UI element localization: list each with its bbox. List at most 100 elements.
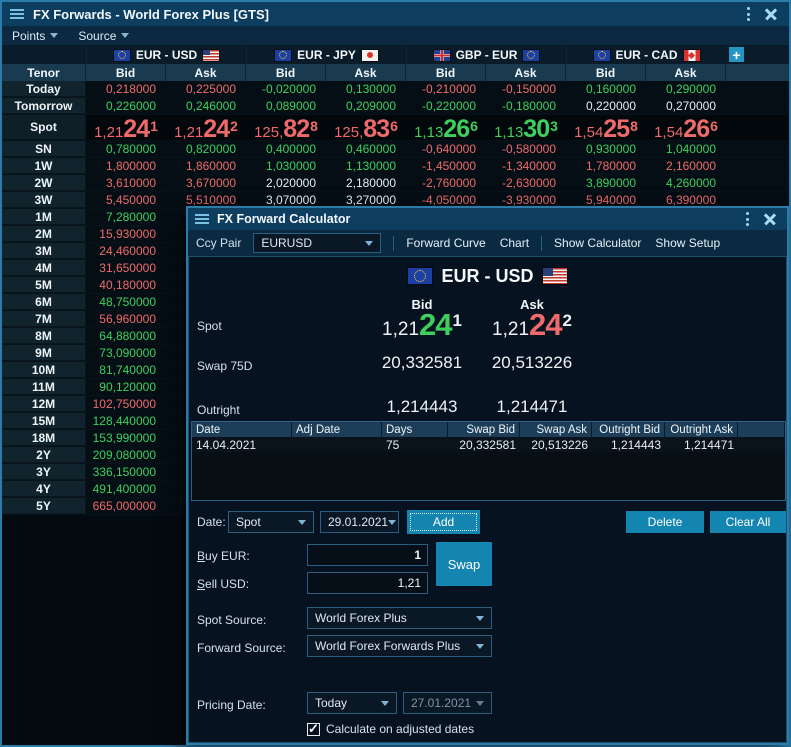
ccy-pair-label: Ccy Pair (196, 236, 241, 250)
pricing-date-picker[interactable]: 27.01.2021 (403, 692, 492, 714)
spot-source-value: World Forex Plus (315, 611, 407, 625)
calc-col-header-date: Date (192, 422, 292, 437)
price-cell: -2,760000 (406, 175, 486, 191)
price-cell: 0,089000 (246, 98, 326, 114)
tenor-cell: 9M (2, 345, 86, 361)
sell-amount-input[interactable] (307, 572, 428, 594)
spot-price-cell: 125,828 (246, 115, 326, 140)
dialog-menu-icon[interactable] (195, 214, 209, 224)
menu-points[interactable]: Points (12, 29, 58, 43)
spot-prefix: 125, (254, 124, 283, 141)
price-cell: 491,400000 (86, 481, 166, 497)
price-cell: 0,460000 (326, 141, 406, 157)
flag-jp-icon (362, 50, 378, 61)
spot-prefix: 1,54 (574, 124, 603, 141)
toolbar-separator (393, 236, 394, 251)
adjusted-dates-label: Calculate on adjusted dates (326, 722, 474, 736)
window-close-icon[interactable] (765, 8, 777, 20)
menu-source[interactable]: Source (78, 29, 129, 43)
pricing-tenor-value: Today (315, 696, 347, 710)
price-cell: 0,780000 (86, 141, 166, 157)
price-cell: 64,880000 (86, 328, 166, 344)
spot-ask-pips: 24 (529, 307, 561, 343)
price-cell: 209,080000 (86, 447, 166, 463)
pricing-tenor-select[interactable]: Today (307, 692, 397, 714)
window-menu-icon[interactable] (10, 9, 24, 19)
date-picker[interactable]: 29.01.2021 (320, 511, 399, 533)
adjusted-dates-checkbox[interactable]: ✓ (307, 723, 320, 736)
calc-cell: 14.04.2021 (192, 437, 292, 452)
spot-prefix: 1,21 (94, 124, 123, 141)
chevron-down-icon (121, 33, 129, 42)
spot-price-cell: 1,21241 (86, 115, 166, 140)
clear-all-button[interactable]: Clear All (710, 511, 786, 533)
price-cell: 0,226000 (86, 98, 166, 114)
toolbar-item-show-setup[interactable]: Show Setup (655, 236, 720, 250)
price-cell: 24,460000 (86, 243, 166, 259)
tenor-cell: 10M (2, 362, 86, 378)
ccy-pair-select[interactable]: EURUSD (253, 233, 381, 253)
toolbar-item-chart[interactable]: Chart (500, 236, 529, 250)
price-cell: 336,150000 (86, 464, 166, 480)
price-cell: 1,130000 (326, 158, 406, 174)
price-cell: 1,780000 (566, 158, 646, 174)
dialog-close-icon[interactable] (764, 213, 776, 225)
toolbar-separator (541, 236, 542, 251)
buy-amount-input[interactable] (307, 544, 428, 566)
price-cell: 0,225000 (166, 81, 246, 97)
calc-cell: 1,214443 (592, 437, 665, 452)
flag-eu-icon (275, 50, 291, 61)
forward-source-select[interactable]: World Forex Forwards Plus (307, 635, 492, 657)
pair-banner: EUR - USD (189, 265, 786, 287)
dialog-more-options-icon[interactable] (746, 212, 750, 226)
ccy-pair-value: EURUSD (261, 236, 312, 250)
price-cell: -0,150000 (486, 81, 566, 97)
delete-button[interactable]: Delete (626, 511, 704, 533)
tenor-cell: 15M (2, 413, 86, 429)
add-pair-button[interactable]: + (729, 47, 744, 62)
flag-ca-icon (684, 50, 700, 61)
calc-col-header-swap-bid: Swap Bid (448, 422, 520, 437)
chevron-down-icon (365, 241, 373, 250)
price-cell: 0,160000 (566, 81, 646, 97)
spot-pips: 25 (603, 115, 629, 144)
spot-prefix: 1,54 (654, 124, 683, 141)
forward-dates-table: DateAdj DateDaysSwap BidSwap AskOutright… (191, 421, 786, 501)
spot-price-cell: 1,21242 (166, 115, 246, 140)
spot-frac: 3 (550, 118, 558, 134)
spot-price-cell: 1,13303 (486, 115, 566, 140)
add-button[interactable]: Add (407, 510, 480, 534)
ask-column-header: Ask (646, 64, 726, 81)
spot-prefix: 1,13 (494, 124, 523, 141)
price-cell: 1,040000 (646, 141, 726, 157)
price-cell: 81,740000 (86, 362, 166, 378)
spot-pips: 24 (203, 115, 229, 144)
ask-column-header: Ask (326, 64, 406, 81)
price-cell: 1,030000 (246, 158, 326, 174)
price-cell: 102,750000 (86, 396, 166, 412)
outright-ask-value: 1,214471 (457, 397, 607, 417)
window-titlebar: FX Forwards - World Forex Plus [GTS] (2, 2, 789, 26)
chevron-down-icon (50, 33, 58, 42)
toolbar-item-show-calculator[interactable]: Show Calculator (554, 236, 641, 250)
toolbar-item-forward-curve[interactable]: Forward Curve (406, 236, 485, 250)
tenor-cell: 2W (2, 175, 86, 191)
calc-cell: 20,513226 (520, 437, 592, 452)
price-cell: -2,630000 (486, 175, 566, 191)
pair-header-eur-cad: EUR - CAD (566, 46, 726, 64)
swap-button[interactable]: Swap (436, 542, 492, 586)
spot-source-select[interactable]: World Forex Plus (307, 607, 492, 629)
flag-eu-icon (408, 268, 432, 284)
tenor-cell: SN (2, 141, 86, 157)
calc-col-header-swap-ask: Swap Ask (520, 422, 592, 437)
price-cell: 3,610000 (86, 175, 166, 191)
spot-pips: 26 (683, 115, 709, 144)
flag-eu-icon (114, 50, 130, 61)
spot-frac: 8 (310, 118, 318, 134)
pair-banner-label: EUR - USD (441, 266, 533, 287)
date-tenor-select[interactable]: Spot (228, 511, 314, 533)
tenor-cell: 2M (2, 226, 86, 242)
tenor-cell: 12M (2, 396, 86, 412)
spot-row-label: Spot (197, 319, 222, 333)
window-more-options-icon[interactable] (747, 7, 751, 21)
